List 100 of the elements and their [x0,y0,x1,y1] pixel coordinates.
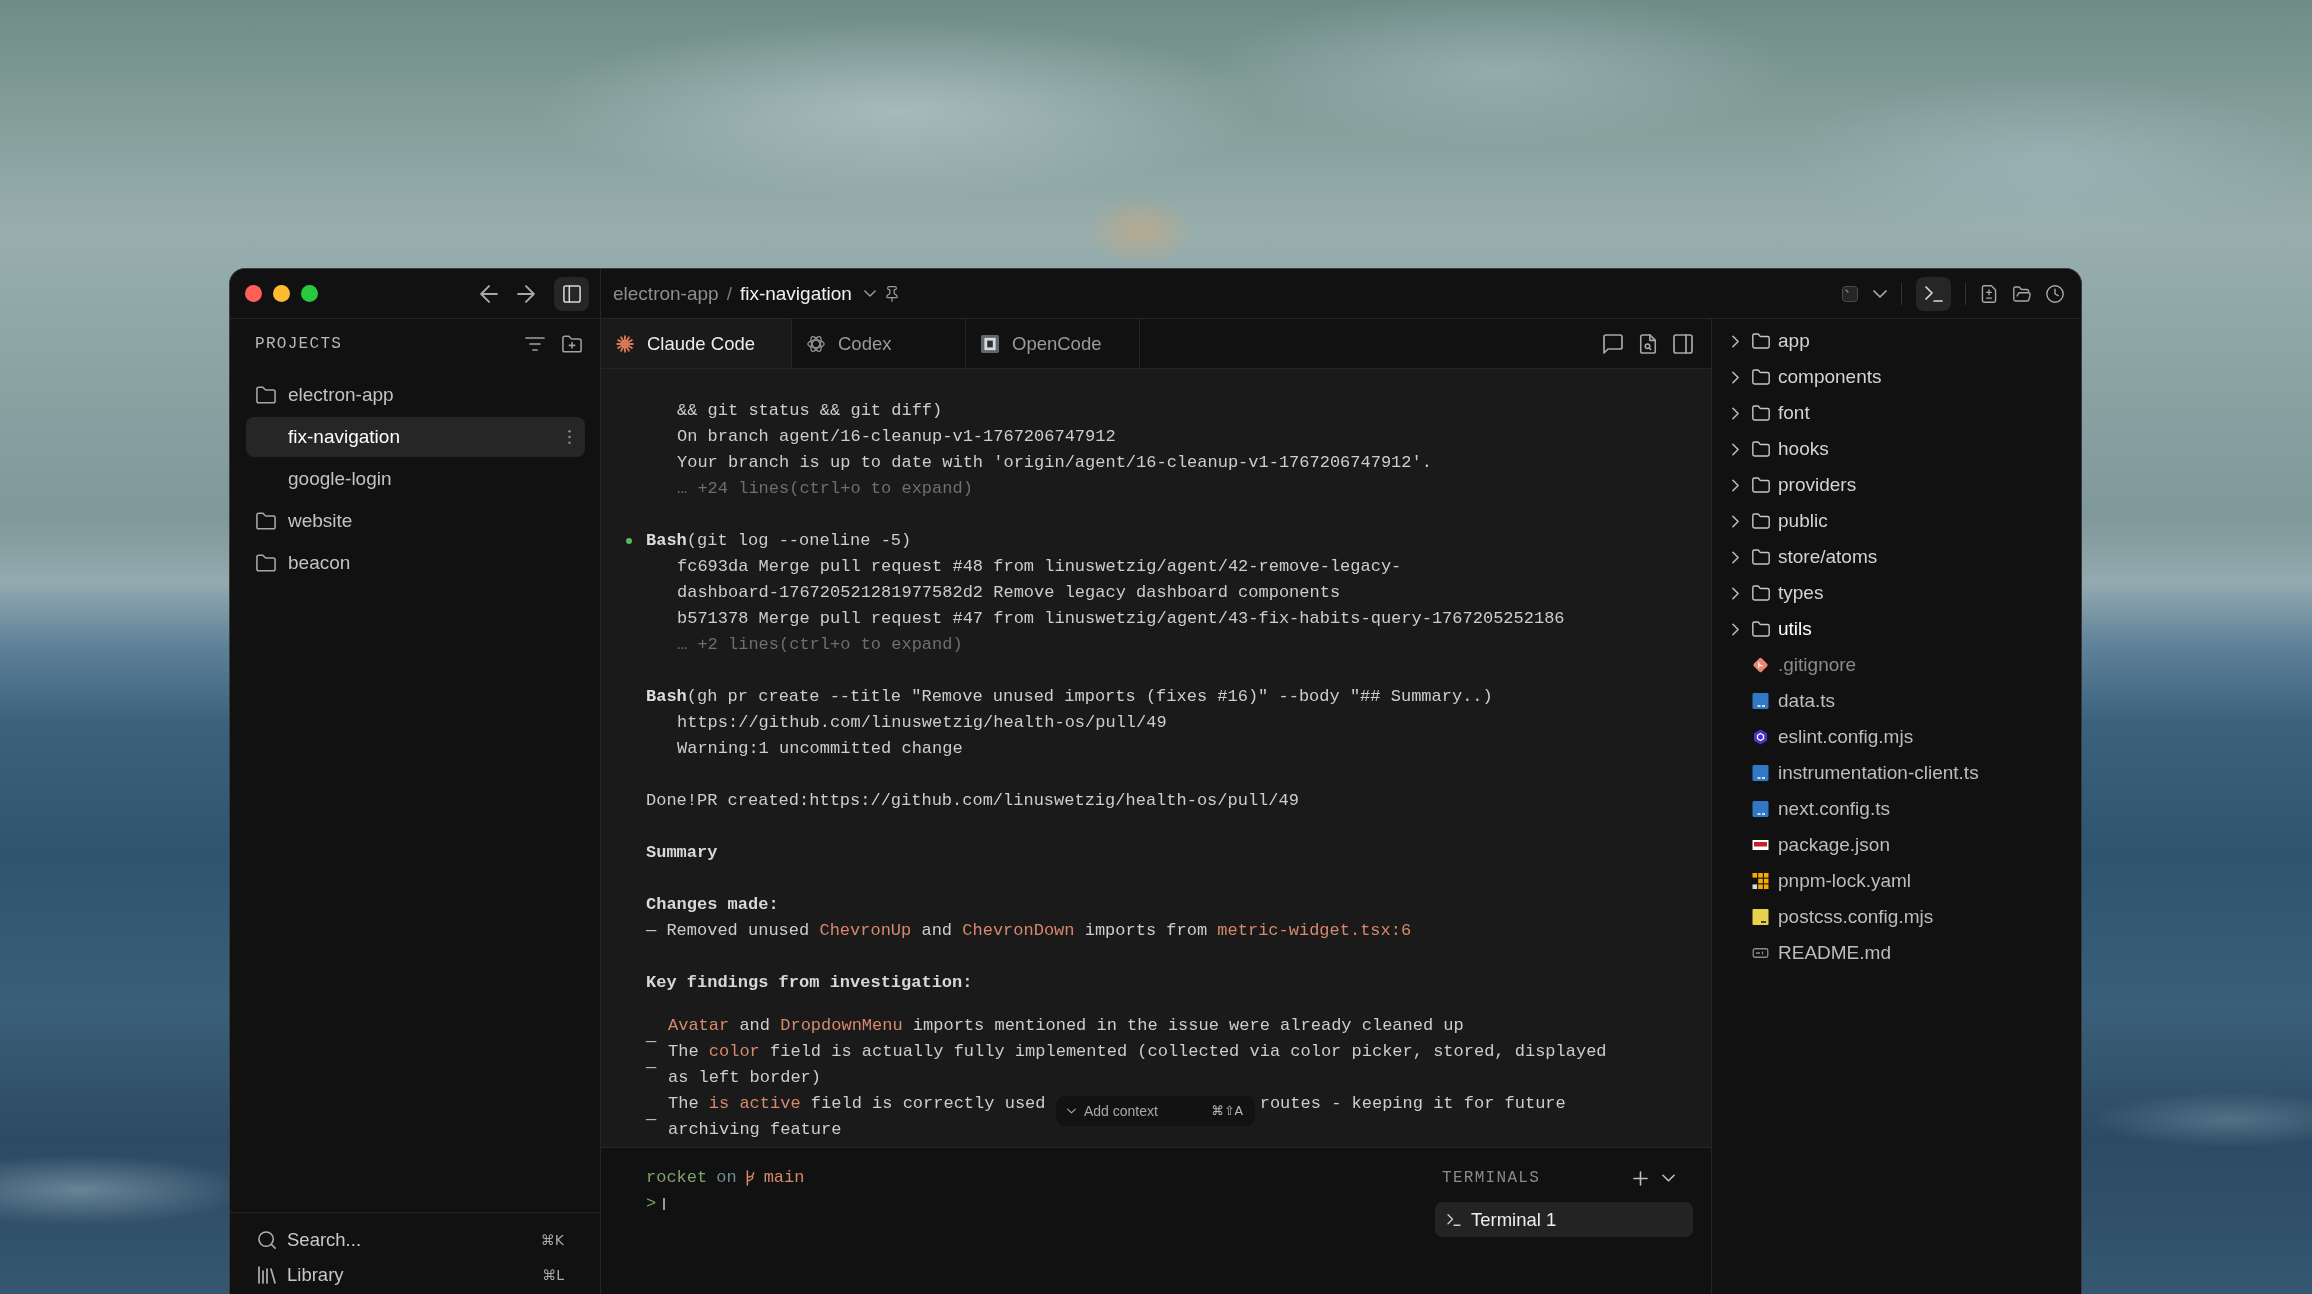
project-item[interactable]: website [246,501,585,541]
tree-item[interactable]: pnpm-lock.yaml [1712,863,2081,899]
folder-open-icon[interactable] [2013,284,2031,303]
tree-item[interactable]: types [1712,575,2081,611]
outline-tile-icon [1752,948,1769,958]
list-item-text: routes - keeping it for future [1259,1093,1566,1115]
minimize-button[interactable] [273,285,290,302]
speech-bubble-icon[interactable] [1603,333,1623,354]
command-line: Bash(gh pr create --title "Remove unused imports (fixes #16)" --body "## Summary..) [646,686,1493,708]
folder-icon [1752,621,1770,637]
terminal-item[interactable]: Terminal 1 [1435,1202,1693,1237]
cursor-icon [663,1198,666,1210]
command-line: Bash(git log --oneline -5) [646,530,912,552]
terminal-icon [1447,1213,1461,1226]
heading-text: Key findings from investigation: [645,972,974,994]
tree-item[interactable]: instrumentation-client.ts [1712,755,2081,791]
tile-icon [1752,909,1769,925]
project-item[interactable]: electron-app [246,375,585,415]
diamond-icon [1752,657,1769,673]
library-button[interactable]: Library ⌘L [246,1258,584,1292]
tree-item[interactable]: .gitignore [1712,647,2081,683]
panel-right-icon[interactable] [1673,333,1693,354]
file-search-icon[interactable] [1638,333,1658,354]
atom-icon [807,334,825,353]
tree-item[interactable]: package.json [1712,827,2081,863]
list-item-text: The is active field is correctly used [668,1093,1046,1115]
list-marker: — [646,1036,658,1048]
books-icon [258,1266,276,1284]
folder-icon [256,512,276,530]
tree-item[interactable]: eslint.config.mjs [1712,719,2081,755]
output-line: b571378 Merge pull request #47 from linuswetzig/agent/43-fix-habits-query-1767205252186 [676,608,1566,630]
folder-icon [1752,369,1770,385]
tree-item[interactable]: app [1712,323,2081,359]
close-button[interactable] [245,285,262,302]
folder-icon [1752,513,1770,529]
message-text: — Removed unused ChevronUp and ChevronDown imports from metric-widget.tsx:6 [645,920,1413,942]
pin-icon[interactable] [885,285,898,302]
tree-item[interactable]: components [1712,359,2081,395]
file-diff-icon[interactable] [1980,284,1998,303]
zoom-button[interactable] [301,285,318,302]
arrow-right-icon[interactable] [517,284,535,303]
tree-item[interactable]: utils [1712,611,2081,647]
heading-text: Summary [645,842,719,864]
tree-item[interactable]: public [1712,503,2081,539]
filter-icon[interactable] [525,335,545,353]
chevron-down-icon[interactable] [863,290,876,297]
list-item-text: archiving feature [668,1119,842,1141]
directory-name: rocket [646,1167,708,1189]
heading-text: Changes made: [645,894,780,916]
project-item[interactable]: beacon [246,543,585,583]
tile-icon [1752,840,1769,850]
starburst-icon [616,334,634,353]
breadcrumb-link[interactable]: electron-app [613,282,719,305]
tree-item[interactable]: data.ts [1712,683,2081,719]
plus-icon[interactable] [1633,1170,1648,1186]
clock-icon[interactable] [2046,284,2064,303]
chevron-down-icon[interactable] [1873,289,1887,298]
chevron-down-icon [1067,1108,1076,1114]
branch-item[interactable]: fix-navigation [246,417,585,457]
grid-icon [1752,873,1769,889]
folder-icon [1752,333,1770,349]
chevron-down-icon[interactable] [1662,1174,1675,1182]
prompt-symbol: > [646,1193,657,1215]
breadcrumb-current: fix-navigation [739,282,852,305]
tile-icon [1752,693,1769,709]
tab[interactable]: Claude Code [601,319,792,368]
folder-icon [256,386,276,404]
list-marker: — [646,1062,658,1074]
collapsed-hint: … +2 lines(ctrl+o to expand) [676,634,964,656]
search-button[interactable]: Search... ⌘K [246,1223,584,1257]
breadcrumb-separator: / [726,282,732,305]
tree-item[interactable]: next.config.ts [1712,791,2081,827]
output-line: && git status && git diff) [676,400,944,422]
list-item-text: Avatar and DropdownMenu imports mentioned in the issue were already cleaned up [668,1015,1464,1037]
arrow-left-icon[interactable] [480,284,498,303]
tree-item[interactable]: postcss.config.mjs [1712,899,2081,935]
more-icon[interactable] [568,430,571,444]
branch-name: main [763,1167,805,1189]
tree-item[interactable]: README.md [1712,935,2081,971]
branch-item[interactable]: google-login [246,459,585,499]
terminal-toggle-button[interactable] [1916,276,1951,311]
folder-icon [1752,585,1770,601]
output-line: dashboard-176720521281977582d2 Remove legacy dashboard components [676,582,1342,604]
tile-icon [1752,765,1769,781]
list-item-text: The color field is actually fully implemented (collected via color picker, stored, displayed as left border) [668,1041,1608,1089]
folder-icon [1752,405,1770,421]
sidebar-toggle-button[interactable] [554,276,589,311]
folder-icon [1752,549,1770,565]
tree-item[interactable]: font [1712,395,2081,431]
tree-item[interactable]: store/atoms [1712,539,2081,575]
folder-plus-icon[interactable] [562,335,582,353]
tree-item[interactable]: providers [1712,467,2081,503]
search-icon [258,1231,276,1249]
section-title: PROJECTS [255,335,343,353]
folder-icon [1752,477,1770,493]
output-line: Your branch is up to date with 'origin/agent/16-cleanup-v1-1767206747912'. [676,452,1433,474]
folder-icon [256,554,276,572]
add-context-button[interactable]: Add context ⌘⇧A [1056,1096,1255,1126]
tree-item[interactable]: hooks [1712,431,2081,467]
hexagon-icon [1752,729,1769,745]
